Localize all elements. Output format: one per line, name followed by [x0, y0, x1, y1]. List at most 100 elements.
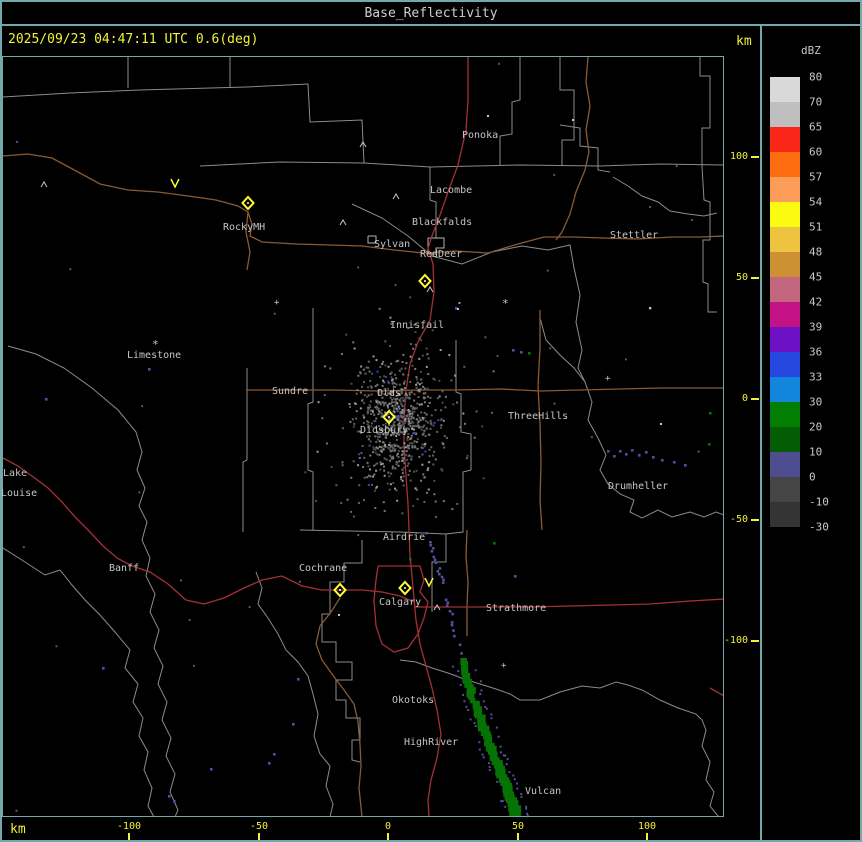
colorbar-tick-label: 30: [809, 395, 823, 409]
colorbar-block: [770, 302, 800, 327]
radar-echoes: [15, 62, 712, 816]
x-axis-tick-label: -50: [249, 821, 269, 832]
city-label-threehills: ThreeHills: [508, 411, 569, 422]
y-axis-tick-mark: [751, 398, 759, 400]
colorbar-block: [770, 227, 800, 252]
city-label-blackfalds: Blackfalds: [412, 217, 473, 228]
colorbar-title: dBZ: [801, 44, 821, 57]
boundary-line: [699, 57, 717, 313]
road-brown: [315, 597, 363, 816]
city-label-rockymh: RockyMH: [223, 222, 266, 233]
city-label-highriver: HighRiver: [404, 737, 459, 748]
y-axis-tick-label: -100: [724, 635, 749, 646]
town-chevron-icon: [426, 286, 434, 293]
radar-site-center-dot: [388, 416, 390, 418]
boundary-line: [3, 547, 61, 576]
colorbar-tick-label: 54: [809, 195, 823, 209]
boundary-line: [612, 176, 718, 217]
colorbar-block: [770, 352, 800, 377]
x-axis-tick-mark: [387, 833, 389, 840]
boundary-line: [559, 57, 575, 166]
colorbar-tick-label: 0: [809, 470, 816, 484]
road-brown: [3, 57, 723, 816]
colorbar-tick-label: 10: [809, 445, 823, 459]
map-markers: **+++: [40, 115, 662, 671]
radar-app-window: Base_Reflectivity 2025/09/23 04:47:11 UT…: [0, 0, 862, 842]
road-red: [373, 565, 429, 653]
town-chevron-icon: [40, 181, 48, 188]
x-axis-tick-mark: [258, 833, 260, 840]
plus-marker-icon: +: [501, 661, 507, 671]
boundary-line: [199, 161, 723, 168]
colorbar-tick-label: 36: [809, 345, 823, 359]
road-red: [709, 687, 723, 697]
colorbar-tick-label: 20: [809, 420, 823, 434]
colorbar-tick-label: -10: [809, 495, 829, 509]
colorbar-tick-label: 48: [809, 245, 823, 259]
yellow-v-marker-icon: [170, 178, 180, 189]
city-label-ponoka: Ponoka: [462, 130, 499, 141]
y-axis-tick-mark: [751, 156, 759, 158]
city-label-calgary: Calgary: [379, 597, 422, 608]
y-axis-tick-mark: [751, 640, 759, 642]
x-axis-tick-label: 100: [637, 821, 657, 832]
colorbar-tick-label: 60: [809, 145, 823, 159]
town-chevron-icon: [392, 193, 400, 200]
colorbar-block: [770, 102, 800, 127]
city-label-vulcan: Vulcan: [525, 786, 562, 797]
colorbar-tick-label: 80: [809, 70, 823, 84]
colorbar-tick-label: 70: [809, 95, 823, 109]
y-axis-tick-mark: [751, 277, 759, 279]
colorbar-tick-label: 65: [809, 120, 823, 134]
road-red: [414, 598, 723, 608]
radar-site-center-dot: [424, 280, 426, 282]
city-label-sundre: Sundre: [272, 386, 309, 397]
city-label-okotoks: Okotoks: [392, 695, 435, 706]
x-axis-tick-label: 50: [511, 821, 525, 832]
radar-map-canvas[interactable]: **+++: [0, 0, 862, 842]
colorbar-block: [770, 502, 800, 527]
boundary-line: [3, 86, 247, 98]
city-label-reddeer: RedDeer: [420, 249, 463, 260]
town-chevron-icon: [339, 219, 347, 226]
precip-band: [425, 532, 529, 816]
colorbar-block: [770, 77, 800, 102]
city-label-olds: Olds: [377, 388, 402, 399]
colorbar-tick-label: 57: [809, 170, 823, 184]
x-axis-tick-mark: [646, 833, 648, 840]
city-label-louise: Louise: [1, 488, 38, 499]
road-brown: [423, 235, 723, 254]
x-axis-tick-mark: [517, 833, 519, 840]
road-brown: [245, 211, 251, 271]
boundary-line: [539, 317, 586, 383]
colorbar-block: [770, 427, 800, 452]
colorbar-block: [770, 477, 800, 502]
colorbar-block: [770, 377, 800, 402]
colorbar-block: [770, 327, 800, 352]
x-axis-tick-label: -100: [116, 821, 142, 832]
city-label-cochrane: Cochrane: [299, 563, 348, 574]
road-brown: [555, 57, 591, 241]
boundary-line: [242, 368, 248, 532]
colorbar-tick-label: 45: [809, 270, 823, 284]
y-axis-tick-label: -50: [729, 514, 748, 525]
colorbar-block: [770, 202, 800, 227]
boundary-line: [255, 571, 334, 816]
boundary-line: [307, 308, 314, 530]
city-label-strathmore: Strathmore: [486, 603, 547, 614]
plus-marker-icon: +: [605, 374, 611, 384]
road-brown: [465, 529, 469, 636]
colorbar-tick-label: 39: [809, 320, 823, 334]
city-label-didsbury: Didsbury: [360, 425, 409, 436]
city-label-banff: Banff: [109, 563, 140, 574]
colorbar-tick-label: 51: [809, 220, 823, 234]
x-axis-tick-label: 0: [384, 821, 392, 832]
boundary-line: [59, 569, 155, 816]
y-axis-tick-mark: [751, 519, 759, 521]
ground-clutter: [304, 296, 495, 537]
road-red: [3, 57, 723, 816]
road-brown: [3, 153, 425, 254]
colorbar-block: [770, 127, 800, 152]
city-label-drumheller: Drumheller: [608, 481, 669, 492]
city-label-lacombe: Lacombe: [430, 185, 473, 196]
